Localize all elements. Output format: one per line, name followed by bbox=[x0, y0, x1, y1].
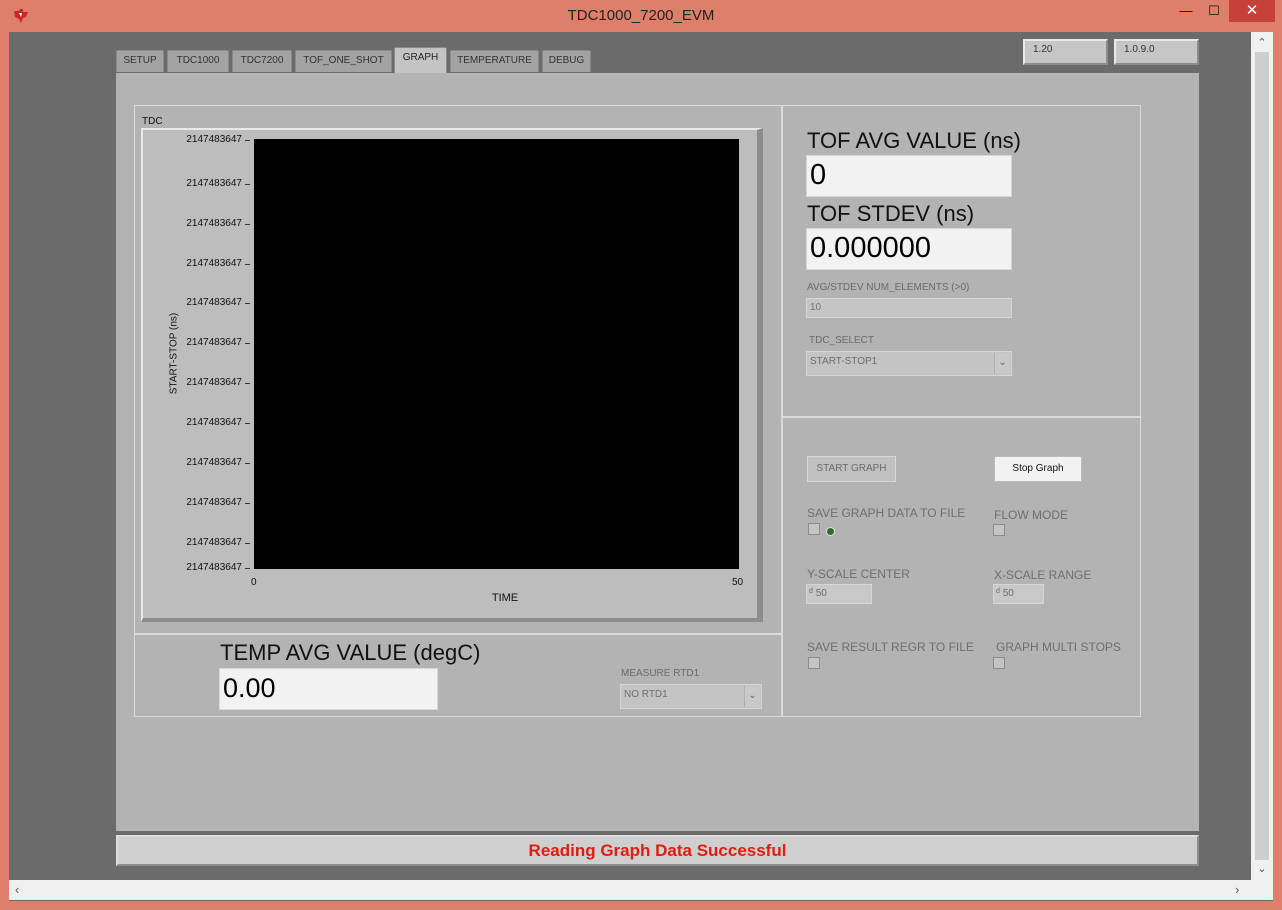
num-elements-label: AVG/STDEV NUM_ELEMENTS (>0) bbox=[807, 282, 970, 293]
chevron-down-icon[interactable]: ⌄ bbox=[1251, 862, 1273, 875]
graph-title: TDC bbox=[142, 116, 163, 127]
y-scale-center-label: Y-SCALE CENTER bbox=[807, 567, 910, 581]
tof-avg-value: 0 bbox=[806, 155, 1012, 197]
temp-avg-value: 0.00 bbox=[219, 668, 438, 710]
save-graph-checkbox[interactable] bbox=[808, 523, 820, 535]
y-scale-center-prefix: d bbox=[809, 588, 813, 595]
flow-mode-checkbox[interactable] bbox=[993, 524, 1005, 536]
plot-area[interactable] bbox=[254, 139, 739, 569]
chevron-up-icon[interactable]: ⌃ bbox=[1251, 36, 1273, 49]
graph-multi-stops-checkbox[interactable] bbox=[993, 657, 1005, 669]
measure-rtd1-select[interactable]: NO RTD1 ⌄ bbox=[620, 684, 762, 709]
y-scale-center-input[interactable]: d 50 bbox=[806, 584, 872, 604]
y-axis-label: START-STOP (ns) bbox=[168, 312, 180, 395]
tdc-select-label: TDC_SELECT bbox=[809, 335, 875, 346]
tdc-select-value: START-STOP1 bbox=[810, 356, 878, 367]
firmware-version: 1.20 bbox=[1023, 39, 1108, 65]
y-tick-label: 2147483647 bbox=[158, 218, 250, 229]
y-scale-center-value: 50 bbox=[815, 588, 827, 599]
save-graph-led-icon bbox=[826, 527, 835, 536]
tab-tdc1000[interactable]: TDC1000 bbox=[167, 50, 229, 72]
y-tick-label: 2147483647 bbox=[158, 457, 250, 468]
chevron-right-icon[interactable]: › bbox=[1235, 882, 1239, 897]
title-bar: TDC1000_7200_EVM — ☐ ✕ bbox=[0, 0, 1282, 32]
tab-setup[interactable]: SETUP bbox=[116, 50, 164, 72]
x-scale-range-prefix: d bbox=[996, 588, 1000, 595]
stop-graph-button[interactable]: Stop Graph bbox=[994, 456, 1082, 482]
save-result-label: SAVE RESULT REGR TO FILE bbox=[807, 640, 974, 654]
save-result-checkbox[interactable] bbox=[808, 657, 820, 669]
chevron-left-icon[interactable]: ‹ bbox=[15, 882, 19, 897]
x-scale-range-value: 50 bbox=[1002, 588, 1014, 599]
y-tick-label: 2147483647 bbox=[158, 178, 250, 189]
window-title: TDC1000_7200_EVM bbox=[567, 7, 715, 24]
y-tick-label: 2147483647 bbox=[158, 417, 250, 428]
chevron-down-icon[interactable]: ⌄ bbox=[744, 686, 760, 707]
save-graph-label: SAVE GRAPH DATA TO FILE bbox=[807, 506, 966, 520]
flow-mode-label: FLOW MODE bbox=[994, 508, 1068, 522]
measure-rtd1-label: MEASURE RTD1 bbox=[621, 668, 700, 679]
tab-tof-one-shot[interactable]: TOF_ONE_SHOT bbox=[295, 50, 392, 72]
tab-tdc7200[interactable]: TDC7200 bbox=[232, 50, 292, 72]
y-tick-label: 2147483647 bbox=[158, 537, 250, 548]
num-elements-input[interactable]: 10 bbox=[806, 298, 1012, 318]
horizontal-scrollbar[interactable]: ‹ › bbox=[9, 880, 1273, 900]
tof-stdev-label: TOF STDEV (ns) bbox=[807, 201, 975, 226]
software-version: 1.0.9.0 bbox=[1114, 39, 1199, 65]
x-scale-range-label: X-SCALE RANGE bbox=[994, 568, 1092, 582]
y-tick-label: 2147483647 bbox=[158, 134, 250, 145]
tab-graph[interactable]: GRAPH bbox=[394, 47, 447, 73]
graph-multi-stops-label: GRAPH MULTI STOPS bbox=[996, 640, 1121, 654]
start-graph-button[interactable]: START GRAPH bbox=[807, 456, 896, 482]
minimize-button[interactable]: — bbox=[1172, 0, 1200, 22]
scroll-thumb[interactable] bbox=[1255, 52, 1269, 860]
y-tick-label: 2147483647 bbox=[158, 562, 250, 573]
y-tick-label: 2147483647 bbox=[158, 497, 250, 508]
tab-temperature[interactable]: TEMPERATURE bbox=[450, 50, 539, 72]
tof-stdev-value: 0.000000 bbox=[806, 228, 1012, 270]
status-message: Reading Graph Data Successful bbox=[116, 835, 1199, 866]
vertical-scrollbar[interactable]: ⌃ ⌄ bbox=[1251, 32, 1273, 881]
x-scale-range-input[interactable]: d 50 bbox=[993, 584, 1044, 604]
tof-avg-label: TOF AVG VALUE (ns) bbox=[807, 128, 1021, 153]
measure-rtd1-value: NO RTD1 bbox=[624, 689, 668, 700]
maximize-button[interactable]: ☐ bbox=[1200, 0, 1228, 22]
tab-debug[interactable]: DEBUG bbox=[542, 50, 591, 72]
temp-avg-label: TEMP AVG VALUE (degC) bbox=[220, 640, 481, 665]
x-tick-label: 0 bbox=[251, 577, 257, 588]
chevron-down-icon[interactable]: ⌄ bbox=[994, 353, 1010, 374]
y-tick-label: 2147483647 bbox=[158, 258, 250, 269]
x-tick-label: 50 bbox=[732, 577, 744, 588]
x-axis-label: TIME bbox=[491, 592, 519, 604]
tdc-select-dropdown[interactable]: START-STOP1 ⌄ bbox=[806, 351, 1012, 376]
close-button[interactable]: ✕ bbox=[1229, 0, 1275, 22]
